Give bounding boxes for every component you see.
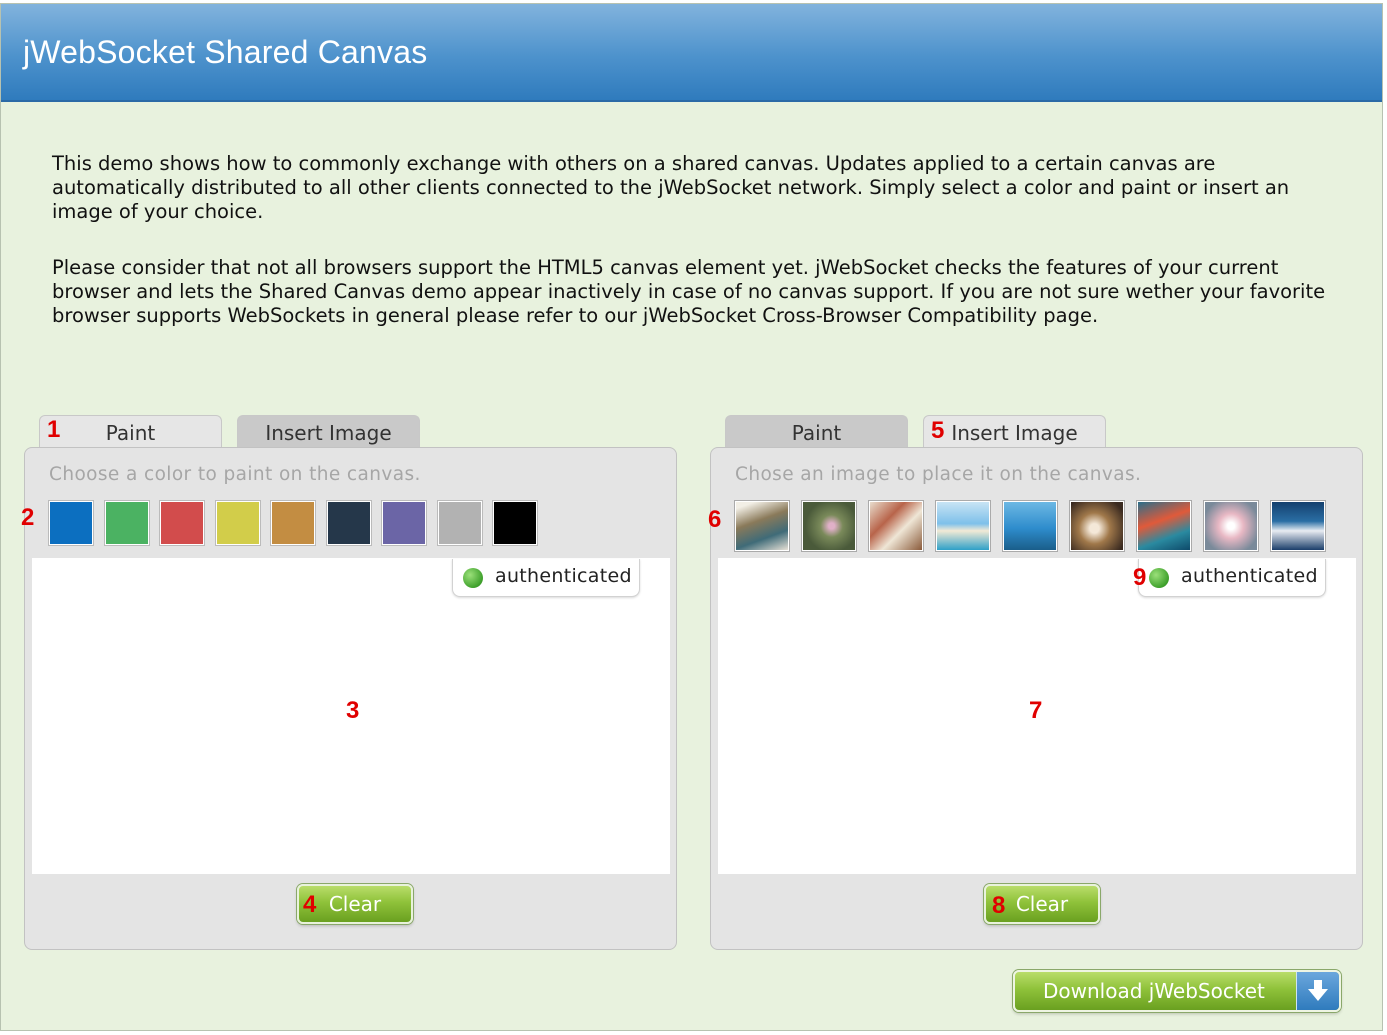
- image-hint: Chose an image to place it on the canvas…: [735, 464, 1142, 485]
- color-swatch-navy[interactable]: [327, 501, 371, 545]
- tab-label: Paint: [791, 421, 842, 445]
- marker-3: 3: [346, 697, 360, 724]
- image-thumbnail-8[interactable]: [1204, 501, 1258, 551]
- image-thumbnail-5[interactable]: [1003, 501, 1057, 551]
- right-tab-insert-image[interactable]: Insert Image: [923, 415, 1106, 447]
- tab-label: Paint: [105, 421, 156, 445]
- color-swatch-orange[interactable]: [271, 501, 315, 545]
- left-tab-insert-image[interactable]: Insert Image: [237, 415, 420, 447]
- status-text: authenticated: [1181, 565, 1318, 587]
- status-led-icon: [463, 568, 483, 588]
- color-swatch-yellow[interactable]: [216, 501, 260, 545]
- marker-6: 6: [708, 506, 722, 533]
- paint-hint: Choose a color to paint on the canvas.: [49, 464, 421, 485]
- download-arrow-icon: [1296, 972, 1339, 1010]
- description-paragraph-2: Please consider that not all browsers su…: [52, 256, 1326, 327]
- marker-2: 2: [21, 504, 35, 531]
- tab-label: Insert Image: [265, 421, 392, 445]
- left-tab-paint[interactable]: Paint: [39, 415, 222, 447]
- title-bar: jWebSocket Shared Canvas: [1, 4, 1382, 102]
- image-thumbnail-2[interactable]: [802, 501, 856, 551]
- description-paragraph-1: This demo shows how to commonly exchange…: [52, 152, 1290, 223]
- image-thumbnail-9[interactable]: [1271, 501, 1325, 551]
- status-badge: authenticated: [1138, 559, 1326, 597]
- tab-label: Insert Image: [951, 421, 1078, 445]
- color-swatch-gray[interactable]: [438, 501, 482, 545]
- color-swatch-green[interactable]: [105, 501, 149, 545]
- color-swatch-black[interactable]: [493, 501, 537, 545]
- page-frame: jWebSocket Shared Canvas This demo shows…: [0, 3, 1383, 1031]
- marker-1: 1: [47, 416, 61, 443]
- color-swatch-blue[interactable]: [49, 501, 93, 545]
- image-thumbnail-6[interactable]: [1070, 501, 1124, 551]
- image-thumbnail-7[interactable]: [1137, 501, 1191, 551]
- marker-8: 8: [992, 892, 1006, 919]
- marker-9: 9: [1133, 564, 1147, 591]
- marker-5: 5: [931, 417, 945, 444]
- image-thumbnail-4[interactable]: [936, 501, 990, 551]
- color-swatch-red[interactable]: [160, 501, 204, 545]
- marker-4: 4: [303, 891, 317, 918]
- status-text: authenticated: [495, 565, 632, 587]
- download-label: Download jWebSocket: [1043, 979, 1265, 1003]
- status-badge: authenticated: [452, 559, 640, 597]
- image-thumbnail-1[interactable]: [735, 501, 789, 551]
- marker-7: 7: [1029, 697, 1043, 724]
- page-title: jWebSocket Shared Canvas: [23, 34, 428, 70]
- right-tab-paint[interactable]: Paint: [725, 415, 908, 447]
- download-button[interactable]: Download jWebSocket: [1013, 970, 1341, 1012]
- status-led-icon: [1149, 568, 1169, 588]
- image-thumbnail-3[interactable]: [869, 501, 923, 551]
- color-swatch-purple[interactable]: [382, 501, 426, 545]
